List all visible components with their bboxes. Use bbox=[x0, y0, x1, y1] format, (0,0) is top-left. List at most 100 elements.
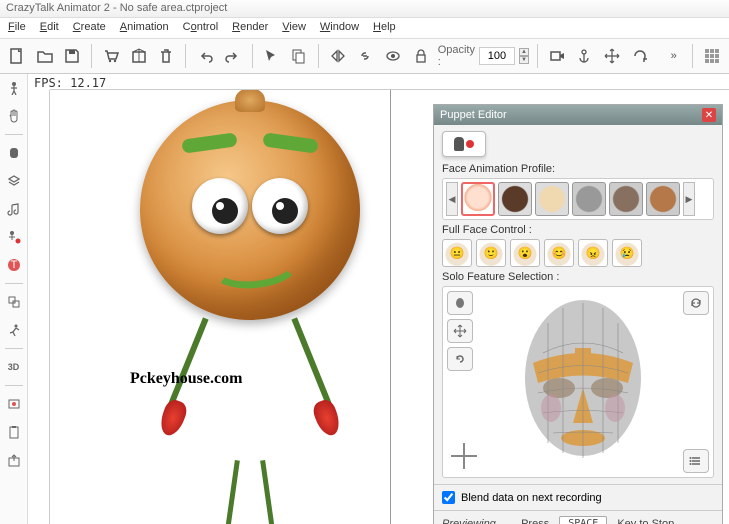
hand-tool-icon[interactable] bbox=[4, 106, 24, 126]
expr-thumb-5[interactable]: 😠 bbox=[578, 239, 608, 267]
expr-thumb-4[interactable]: 😊 bbox=[544, 239, 574, 267]
blend-checkbox[interactable] bbox=[442, 491, 455, 504]
fps-counter: FPS: 12.17 bbox=[34, 76, 106, 90]
window-titlebar: CrazyTalk Animator 2 - No safe area.ctpr… bbox=[0, 0, 729, 18]
refresh-icon[interactable] bbox=[683, 291, 709, 315]
profile-thumb-5[interactable] bbox=[609, 182, 643, 216]
face-tool-icon[interactable] bbox=[4, 143, 24, 163]
undo-icon[interactable] bbox=[194, 44, 216, 68]
grid-icon[interactable] bbox=[701, 44, 723, 68]
head-3d-model[interactable] bbox=[503, 293, 663, 473]
opacity-input[interactable] bbox=[479, 47, 515, 65]
open-folder-icon[interactable] bbox=[34, 44, 56, 68]
crosshair-icon[interactable] bbox=[451, 443, 477, 469]
menu-animation[interactable]: Animation bbox=[120, 21, 169, 35]
link-icon[interactable] bbox=[355, 44, 377, 68]
profile-thumb-4[interactable] bbox=[572, 182, 606, 216]
face-anim-label: Face Animation Profile: bbox=[442, 163, 714, 175]
profile-thumb-6[interactable] bbox=[646, 182, 680, 216]
move-icon[interactable] bbox=[601, 44, 623, 68]
cart-icon[interactable] bbox=[100, 44, 122, 68]
stage-area: FPS: 12.17 Pckeyhouse.com Puppet bbox=[28, 74, 729, 524]
cursor-icon[interactable] bbox=[260, 44, 282, 68]
status-key: SPACE bbox=[559, 516, 607, 524]
camera-icon[interactable] bbox=[546, 44, 568, 68]
menu-render[interactable]: Render bbox=[232, 21, 268, 35]
export-tool-icon[interactable] bbox=[4, 450, 24, 470]
opacity-spinner[interactable]: ▲▼ bbox=[519, 48, 529, 64]
list-icon[interactable] bbox=[683, 449, 709, 473]
menu-create[interactable]: Create bbox=[73, 21, 106, 35]
actor-tool-icon[interactable] bbox=[4, 78, 24, 98]
prop-tool-icon[interactable] bbox=[4, 292, 24, 312]
solo-feature-area bbox=[442, 286, 714, 478]
opacity-control: Opacity : ▲▼ bbox=[438, 44, 529, 68]
render-tool-icon[interactable] bbox=[4, 394, 24, 414]
onion-head bbox=[140, 100, 360, 320]
text-tool-icon[interactable]: T bbox=[4, 255, 24, 275]
page-boundary bbox=[390, 90, 391, 524]
menu-view[interactable]: View bbox=[282, 21, 306, 35]
profile-next-button[interactable]: ▶ bbox=[683, 182, 695, 216]
clipboard-tool-icon[interactable] bbox=[4, 422, 24, 442]
lock-icon[interactable] bbox=[410, 44, 432, 68]
ruler-horizontal bbox=[50, 74, 729, 90]
ruler-vertical bbox=[28, 90, 50, 524]
full-face-label: Full Face Control : bbox=[442, 224, 714, 236]
expr-thumb-3[interactable]: 😮 bbox=[510, 239, 540, 267]
menu-control[interactable]: Control bbox=[183, 21, 218, 35]
panel-status-row: Previewing..... Press SPACE Key to Stop bbox=[434, 510, 722, 524]
more-icon[interactable]: » bbox=[663, 44, 685, 68]
record-tool-icon[interactable] bbox=[4, 227, 24, 247]
opacity-label: Opacity : bbox=[438, 44, 475, 68]
record-puppet-button[interactable] bbox=[442, 131, 486, 157]
profile-thumb-3[interactable] bbox=[535, 182, 569, 216]
anchor-icon[interactable] bbox=[574, 44, 596, 68]
solo-label: Solo Feature Selection : bbox=[442, 271, 714, 283]
status-press: Press bbox=[521, 518, 549, 524]
rotate-icon[interactable] bbox=[629, 44, 651, 68]
blend-label: Blend data on next recording bbox=[461, 492, 602, 504]
left-toolbar: T 3D bbox=[0, 74, 28, 524]
3d-tool-icon[interactable]: 3D bbox=[4, 357, 24, 377]
menu-file[interactable]: File bbox=[8, 21, 26, 35]
expr-thumb-6[interactable]: 😢 bbox=[612, 239, 642, 267]
status-suffix: Key to Stop bbox=[617, 518, 674, 524]
canvas[interactable]: Pckeyhouse.com Puppet Editor ✕ Face Anim… bbox=[50, 90, 729, 524]
svg-text:T: T bbox=[10, 259, 17, 271]
audio-tool-icon[interactable] bbox=[4, 199, 24, 219]
trash-icon[interactable] bbox=[156, 44, 178, 68]
menu-help[interactable]: Help bbox=[373, 21, 396, 35]
panel-close-icon[interactable]: ✕ bbox=[702, 108, 716, 122]
reset-feature-icon[interactable] bbox=[447, 347, 473, 371]
status-previewing: Previewing..... bbox=[442, 518, 511, 524]
profile-thumb-2[interactable] bbox=[498, 182, 532, 216]
profile-thumb-1[interactable] bbox=[461, 182, 495, 216]
head-select-icon[interactable] bbox=[447, 291, 473, 315]
main-toolbar: Opacity : ▲▼ » bbox=[0, 38, 729, 74]
menu-bar: File Edit Create Animation Control Rende… bbox=[0, 18, 729, 38]
profile-prev-button[interactable]: ◀ bbox=[446, 182, 458, 216]
blend-checkbox-row: Blend data on next recording bbox=[434, 484, 722, 510]
flip-h-icon[interactable] bbox=[327, 44, 349, 68]
puppet-editor-panel: Puppet Editor ✕ Face Animation Profile: … bbox=[433, 104, 723, 524]
copy-icon[interactable] bbox=[288, 44, 310, 68]
new-file-icon[interactable] bbox=[6, 44, 28, 68]
move-feature-icon[interactable] bbox=[447, 319, 473, 343]
expr-thumb-2[interactable]: 🙂 bbox=[476, 239, 506, 267]
expr-thumb-1[interactable]: 😐 bbox=[442, 239, 472, 267]
menu-edit[interactable]: Edit bbox=[40, 21, 59, 35]
watermark-text: Pckeyhouse.com bbox=[130, 370, 242, 388]
redo-icon[interactable] bbox=[222, 44, 244, 68]
expression-row: 😐 🙂 😮 😊 😠 😢 bbox=[442, 239, 714, 267]
motion-tool-icon[interactable] bbox=[4, 320, 24, 340]
panel-title-text: Puppet Editor bbox=[440, 109, 507, 121]
eye-icon[interactable] bbox=[382, 44, 404, 68]
package-icon[interactable] bbox=[128, 44, 150, 68]
layers-tool-icon[interactable] bbox=[4, 171, 24, 191]
menu-window[interactable]: Window bbox=[320, 21, 359, 35]
face-profile-row: ◀ ▶ bbox=[442, 178, 714, 220]
save-icon[interactable] bbox=[61, 44, 83, 68]
onion-character[interactable] bbox=[110, 100, 390, 460]
panel-titlebar[interactable]: Puppet Editor ✕ bbox=[434, 105, 722, 125]
